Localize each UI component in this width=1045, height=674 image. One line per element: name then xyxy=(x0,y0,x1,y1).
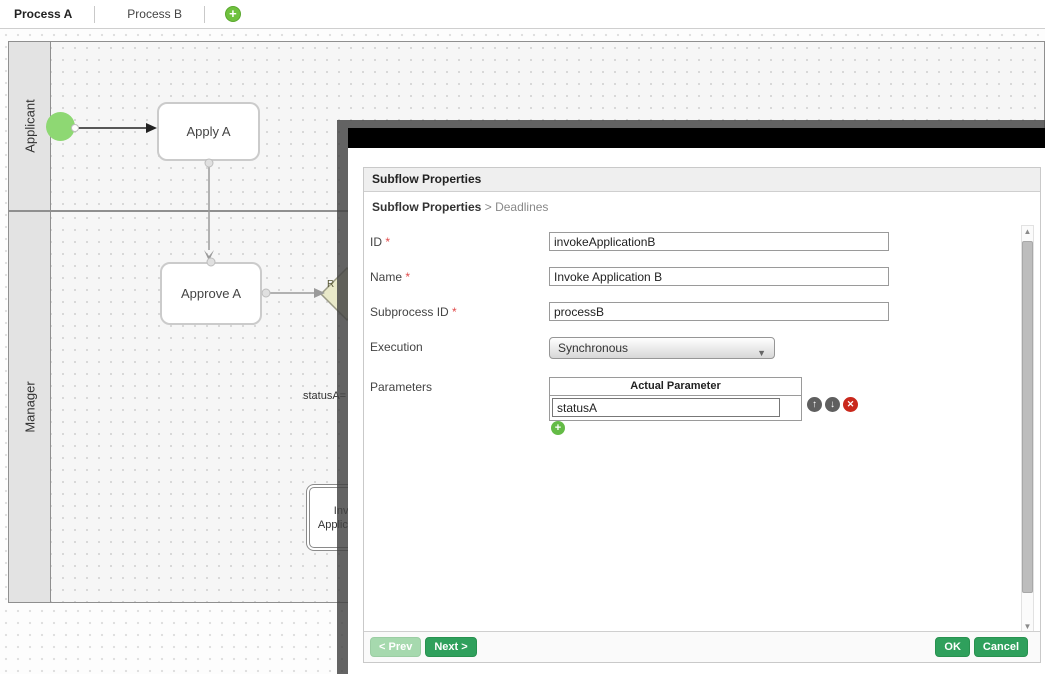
execution-select[interactable]: Synchronous ▼ xyxy=(549,337,775,359)
lane-applicant-label: Applicant xyxy=(22,99,37,152)
lane-manager-label: Manager xyxy=(22,381,37,432)
start-event-node[interactable] xyxy=(46,112,75,141)
required-mark: * xyxy=(405,270,410,284)
task-apply-a-label: Apply A xyxy=(186,124,230,139)
execution-select-value: Synchronous xyxy=(558,341,628,355)
lane-applicant-header[interactable]: Applicant xyxy=(9,42,51,210)
parameter-value-input[interactable] xyxy=(552,398,780,417)
required-mark: * xyxy=(385,235,390,249)
move-up-icon[interactable]: ↑ xyxy=(807,397,822,412)
subprocess-id-field[interactable] xyxy=(549,302,889,321)
subflow-properties-dialog: Subflow Properties Subflow Properties > … xyxy=(337,120,1045,674)
dialog-title-bar xyxy=(348,128,1045,148)
execution-field-label: Execution xyxy=(370,340,423,354)
breadcrumb-separator: > xyxy=(485,200,492,214)
breadcrumb-current[interactable]: Deadlines xyxy=(495,200,548,214)
properties-panel: Subflow Properties Subflow Properties > … xyxy=(363,167,1041,663)
parameters-field-label: Parameters xyxy=(370,380,432,394)
properties-form: ID * Name * Subprocess ID * Execution Sy… xyxy=(364,216,1042,633)
tab-process-b[interactable]: Process B xyxy=(113,7,204,21)
ok-button[interactable]: OK xyxy=(935,637,970,657)
cancel-button[interactable]: Cancel xyxy=(974,637,1028,657)
dialog-body: Subflow Properties Subflow Properties > … xyxy=(348,148,1045,674)
parameters-table: Actual Parameter xyxy=(549,377,802,421)
tab-divider xyxy=(94,6,95,23)
name-field[interactable] xyxy=(549,267,889,286)
task-approve-a[interactable]: Approve A xyxy=(160,262,262,325)
add-parameter-icon[interactable]: + xyxy=(551,421,565,435)
parameters-table-header: Actual Parameter xyxy=(550,378,801,396)
app-window: Process A Process B + Applicant Manager … xyxy=(0,0,1045,674)
scroll-up-icon[interactable]: ▲ xyxy=(1022,227,1033,236)
process-tab-bar: Process A Process B + xyxy=(0,0,1045,29)
lane-manager-header[interactable]: Manager xyxy=(9,212,51,602)
move-down-icon[interactable]: ↓ xyxy=(825,397,840,412)
id-field-label: ID * xyxy=(370,235,390,249)
chevron-down-icon: ▼ xyxy=(757,343,766,363)
next-button[interactable]: Next > xyxy=(425,637,476,657)
subprocess-id-field-label: Subprocess ID * xyxy=(370,305,457,319)
scroll-down-icon[interactable]: ▼ xyxy=(1022,622,1033,631)
dialog-footer: < Prev Next > OK Cancel xyxy=(364,631,1040,662)
task-approve-a-label: Approve A xyxy=(181,286,241,301)
task-apply-a[interactable]: Apply A xyxy=(157,102,260,161)
required-mark: * xyxy=(452,305,457,319)
breadcrumb-root[interactable]: Subflow Properties xyxy=(372,200,481,214)
parameter-row xyxy=(550,396,801,420)
name-field-label: Name * xyxy=(370,270,410,284)
tab-divider xyxy=(204,6,205,23)
delete-row-icon[interactable]: ✕ xyxy=(843,397,858,412)
prev-button[interactable]: < Prev xyxy=(370,637,421,657)
id-field[interactable] xyxy=(549,232,889,251)
tab-process-a[interactable]: Process A xyxy=(0,7,94,21)
panel-section-title: Subflow Properties xyxy=(364,168,1040,192)
dialog-scrollbar[interactable]: ▲ ▼ xyxy=(1021,225,1034,633)
add-process-button[interactable]: + xyxy=(225,6,241,22)
scrollbar-thumb[interactable] xyxy=(1022,241,1033,593)
